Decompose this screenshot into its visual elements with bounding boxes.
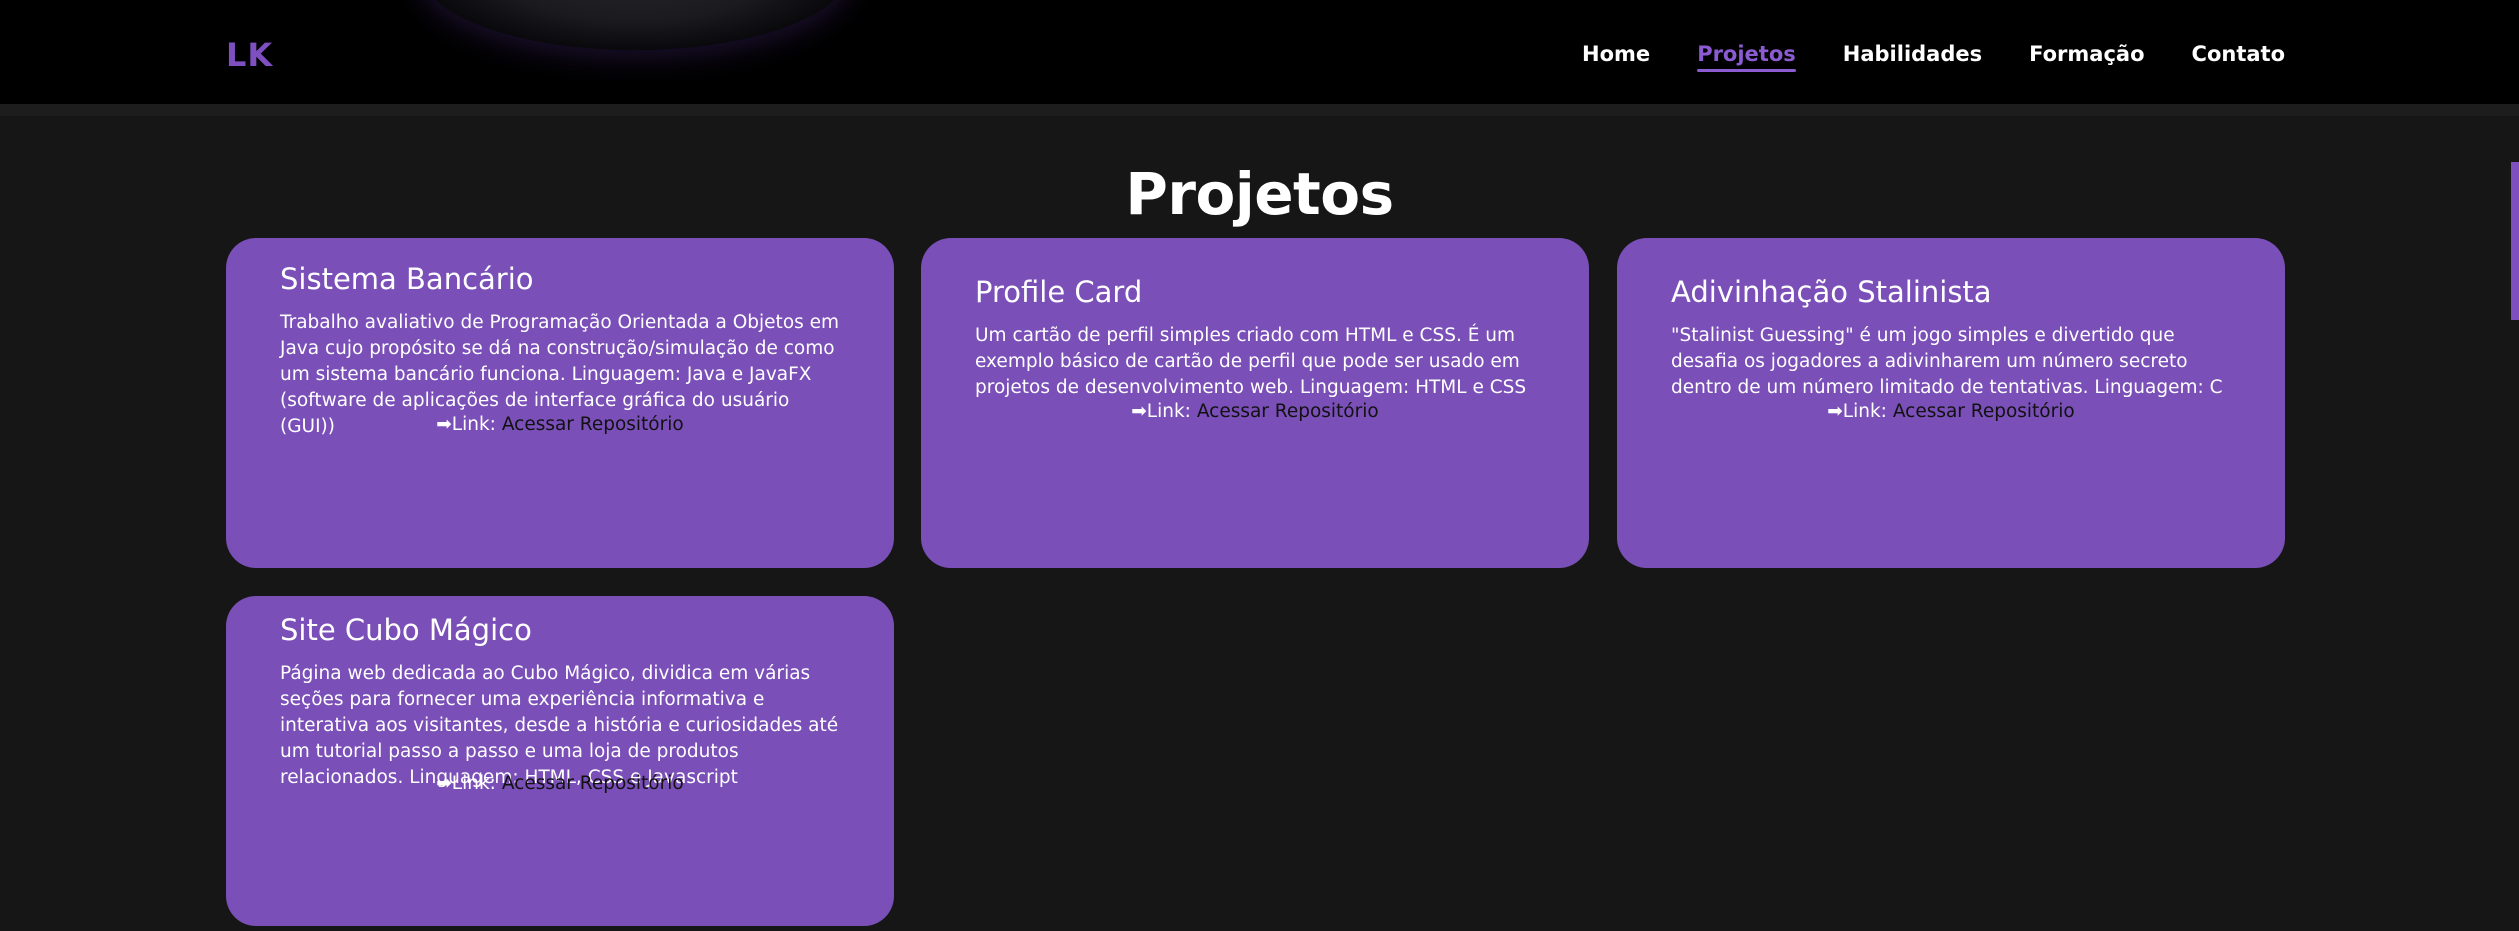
site-logo[interactable]: LK (226, 36, 273, 74)
nav-formacao[interactable]: Formação (2029, 42, 2144, 70)
project-link: ➡Link: Acessar Repositório (1617, 401, 2285, 422)
site-header: LK Home Projetos Habilidades Formação Co… (0, 0, 2519, 104)
repository-link[interactable]: Acessar Repositório (502, 773, 684, 794)
project-card-profile-card: Profile Card Um cartão de perfil simples… (921, 238, 1589, 568)
repository-link[interactable]: Acessar Repositório (502, 414, 684, 435)
nav-contato[interactable]: Contato (2192, 42, 2285, 70)
repository-link[interactable]: Acessar Repositório (1893, 401, 2075, 422)
project-description: Um cartão de perfil simples criado com H… (975, 325, 1527, 398)
nav-home[interactable]: Home (1582, 42, 1650, 70)
project-link: ➡Link: Acessar Repositório (921, 401, 1589, 422)
project-card-site-cubo-magico: Site Cubo Mágico Página web dedicada ao … (226, 596, 894, 926)
project-card-adivinhacao-stalinista: Adivinhação Stalinista "Stalinist Guessi… (1617, 238, 2285, 568)
project-link: ➡Link: Acessar Repositório (226, 773, 894, 794)
project-title: Site Cubo Mágico (280, 613, 532, 647)
project-card-sistema-bancario: Sistema Bancário Trabalho avaliativo de … (226, 238, 894, 568)
section-title: Projetos (1125, 160, 1394, 228)
nav-projetos[interactable]: Projetos (1697, 42, 1796, 72)
header-divider (0, 104, 2519, 116)
project-link-prefix: ➡Link: (436, 773, 496, 794)
main-nav: Home Projetos Habilidades Formação Conta… (1582, 42, 2285, 72)
project-link-prefix: ➡Link: (1827, 401, 1887, 422)
project-title: Adivinhação Stalinista (1671, 275, 1992, 309)
project-link-prefix: ➡Link: (1131, 401, 1191, 422)
project-link: ➡Link: Acessar Repositório (226, 414, 894, 435)
header-decorative-glow (420, 0, 850, 50)
project-description: Página web dedicada ao Cubo Mágico, divi… (280, 663, 839, 788)
nav-habilidades[interactable]: Habilidades (1843, 42, 1982, 70)
project-link-prefix: ➡Link: (436, 414, 496, 435)
project-title: Sistema Bancário (280, 262, 534, 296)
project-description: "Stalinist Guessing" é um jogo simples e… (1671, 325, 2223, 398)
repository-link[interactable]: Acessar Repositório (1197, 401, 1379, 422)
project-title: Profile Card (975, 275, 1143, 309)
